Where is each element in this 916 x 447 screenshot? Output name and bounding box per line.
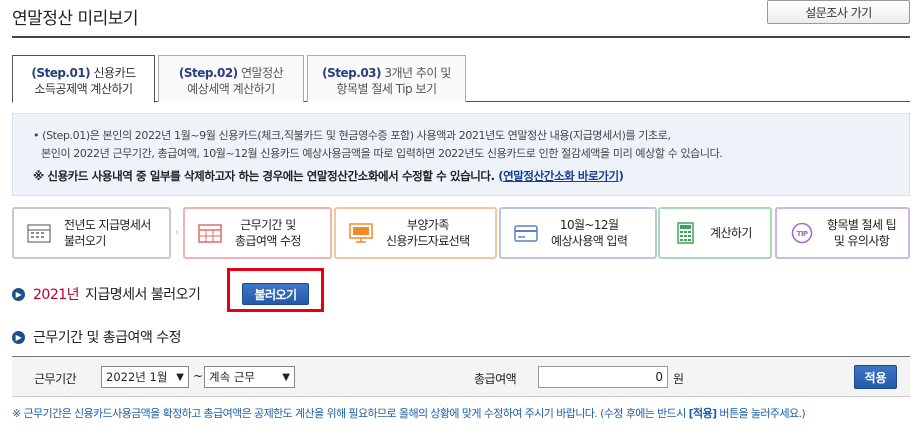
title-divider (12, 36, 910, 38)
step-line1: 전년도 지급명세서 (64, 218, 151, 232)
arrow-circle-icon: ▶ (12, 287, 25, 301)
tab-label-line2: 소득공제액 계산하기 (34, 82, 133, 96)
footnote-apply: [적용] (688, 407, 718, 420)
svg-text:TIP: TIP (797, 230, 808, 238)
simplified-service-link[interactable]: 연말정산간소화 바로가기 (503, 169, 619, 183)
tab-label-line1: 연말정산 (241, 66, 284, 80)
section-load-statement: ▶ 2021년 지급명세서 불러오기 (12, 284, 201, 304)
currency-unit: 원 (673, 372, 685, 386)
step-line1: 계산하기 (710, 226, 752, 240)
info-note-text: ※ 신용카드 사용내역 중 일부를 삭제하고자 하는 경우에는 연말정산간소화에… (33, 169, 495, 183)
period-salary-form: 근무기간 2022년 1월 ▼ ~ 계속 근무 ▼ 총급여액 0 원 적용 (12, 356, 910, 397)
monitor-icon (349, 223, 373, 243)
footnote: ※ 근무기간은 신용카드사용금액을 확정하고 총급여액은 공제한도 계산을 위해… (12, 405, 806, 421)
total-salary-label: 총급여액 (474, 372, 517, 386)
section-title: 근무기간 및 총급여액 수정 (33, 330, 182, 346)
tab-label-line1: 신용카드 (93, 66, 137, 80)
step-dependents: 부양가족신용카드자료선택 (334, 207, 497, 259)
step-line1: 부양가족 (406, 218, 449, 232)
calendar-icon (27, 224, 51, 243)
period-label: 근무기간 (34, 372, 77, 386)
load-button-highlight: 불러오기 (227, 268, 324, 312)
info-box: • (Step.01)은 본인의 2022년 1월~9월 신용카드(체크,직불카… (12, 113, 910, 196)
apply-button[interactable]: 적용 (854, 365, 897, 389)
end-period-value: 계속 근무 (209, 370, 255, 384)
chevron-down-icon: ▼ (282, 371, 290, 383)
step-line1: 10월~12월 (559, 218, 619, 232)
tip-icon: TIP (791, 222, 813, 244)
footnote-text-after: 버튼을 눌러주세요.) (716, 407, 806, 420)
step-load-statement: 전년도 지급명세서불러오기 (12, 207, 171, 259)
start-month-select[interactable]: 2022년 1월 ▼ (101, 366, 189, 388)
tab-step-number: (Step.01) (31, 66, 91, 80)
step-expected-usage: 10월~12월예상사용액 입력 (499, 207, 657, 259)
tab-label-line1: 3개년 추이 및 (384, 66, 451, 80)
step-line2: 및 유의사항 (833, 234, 890, 248)
survey-button[interactable]: 설문조사 가기 (767, 0, 910, 24)
chevron-down-icon: ▼ (176, 371, 184, 383)
range-tilde: ~ (193, 369, 204, 383)
process-steps: 전년도 지급명세서불러오기 › 근무기간 및총급여액 수정 부양가족신용카드자료… (12, 207, 910, 259)
calculator-icon (677, 222, 694, 244)
tab-label-line2: 항목별 절세 Tip 보기 (336, 82, 437, 96)
info-note-close: ) (618, 169, 624, 183)
step-arrow-icon: › (175, 227, 179, 238)
info-line-2: 본인이 2022년 근무기간, 총급여액, 10월~12월 신용카드 예상사용금… (41, 147, 723, 160)
step-line1: 근무기간 및 (240, 218, 296, 232)
step-line2: 예상사용액 입력 (551, 234, 628, 248)
step-tax-tips: TIP 항목별 절세 팁및 유의사항 (775, 207, 910, 259)
step-edit-period: 근무기간 및총급여액 수정 (183, 207, 332, 259)
step-calculate: 계산하기 (658, 207, 772, 259)
end-period-select[interactable]: 계속 근무 ▼ (204, 366, 295, 388)
section-year: 2021년 (33, 287, 80, 303)
page-title: 연말정산 미리보기 (12, 9, 139, 29)
start-month-value: 2022년 1월 (106, 370, 168, 384)
step-line1: 항목별 절세 팁 (827, 218, 897, 232)
tab-step-03[interactable]: (Step.03) 3개년 추이 및 항목별 절세 Tip 보기 (307, 55, 466, 102)
total-salary-input[interactable]: 0 (538, 366, 668, 388)
info-line-1: • (Step.01)은 본인의 2022년 1월~9월 신용카드(체크,직불카… (33, 129, 671, 142)
card-icon (514, 225, 538, 242)
tab-step-01[interactable]: (Step.01) 신용카드 소득공제액 계산하기 (12, 55, 155, 103)
info-note: ※ 신용카드 사용내역 중 일부를 삭제하고자 하는 경우에는 연말정산간소화에… (33, 167, 893, 185)
step-line2: 불러오기 (64, 234, 106, 248)
calendar-grid-icon (198, 224, 222, 243)
step-tabs: (Step.01) 신용카드 소득공제액 계산하기 (Step.02) 연말정산… (12, 55, 910, 103)
arrow-circle-icon: ▶ (12, 330, 25, 344)
tab-step-number: (Step.03) (322, 66, 382, 80)
load-button[interactable]: 불러오기 (242, 283, 309, 305)
tab-step-number: (Step.02) (178, 66, 238, 80)
tab-step-02[interactable]: (Step.02) 연말정산 예상세액 계산하기 (158, 55, 304, 102)
tab-label-line2: 예상세액 계산하기 (187, 82, 275, 96)
section-title: 지급명세서 불러오기 (85, 287, 201, 303)
step-line2: 총급여액 수정 (235, 234, 301, 248)
footnote-text-before: ※ 근무기간은 신용카드사용금액을 확정하고 총급여액은 공제한도 계산을 위해… (12, 407, 689, 420)
step-line2: 신용카드자료선택 (386, 234, 470, 248)
section-edit-period: ▶ 근무기간 및 총급여액 수정 (12, 327, 182, 347)
